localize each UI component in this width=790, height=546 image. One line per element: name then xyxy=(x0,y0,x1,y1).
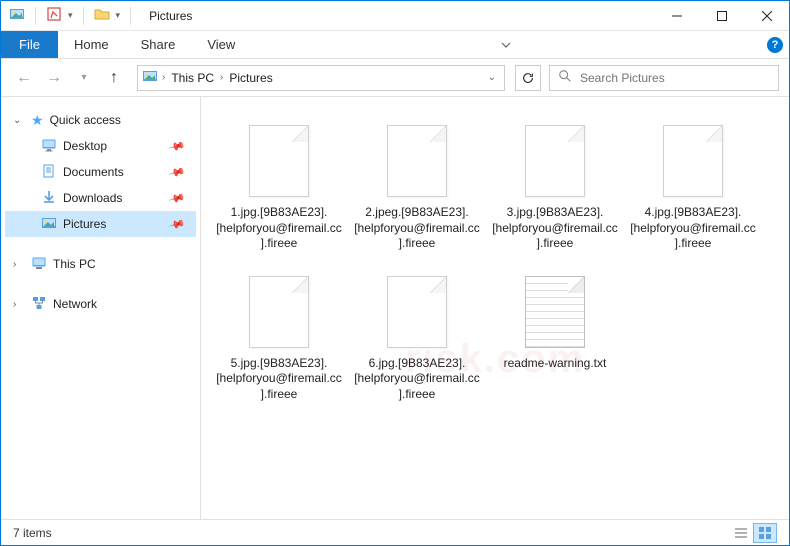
qat-separator xyxy=(35,7,36,25)
chevron-right-icon[interactable]: › xyxy=(220,72,223,83)
help-button[interactable]: ? xyxy=(761,31,789,58)
sidebar-item-label: This PC xyxy=(53,257,96,271)
sidebar-item-documents[interactable]: Documents 📌 xyxy=(5,159,196,185)
search-input[interactable] xyxy=(580,71,770,85)
qat-dropdown-icon[interactable]: ▾ xyxy=(116,10,121,21)
blank-file-icon xyxy=(519,121,591,201)
blank-file-icon xyxy=(381,272,453,352)
ribbon-tab-view[interactable]: View xyxy=(191,31,251,58)
file-list: pcrisk.com 1.jpg.[9B83AE23].[helpforyou@… xyxy=(201,97,789,519)
network-icon xyxy=(31,295,47,314)
file-item[interactable]: 4.jpg.[9B83AE23].[helpforyou@firemail.cc… xyxy=(625,111,761,256)
pin-icon: 📌 xyxy=(168,137,186,155)
address-bar[interactable]: › This PC › Pictures ⌄ xyxy=(137,65,505,91)
sidebar-network[interactable]: › Network xyxy=(5,291,196,317)
sidebar-item-desktop[interactable]: Desktop 📌 xyxy=(5,133,196,159)
file-item[interactable]: 3.jpg.[9B83AE23].[helpforyou@firemail.cc… xyxy=(487,111,623,256)
star-icon: ★ xyxy=(31,112,44,129)
ribbon-tab-home[interactable]: Home xyxy=(58,31,125,58)
breadcrumb-item[interactable]: Pictures xyxy=(227,71,274,85)
file-name: 6.jpg.[9B83AE23].[helpforyou@firemail.cc… xyxy=(353,356,481,403)
sidebar-item-pictures[interactable]: Pictures 📌 xyxy=(5,211,196,237)
blank-file-icon xyxy=(243,121,315,201)
pin-icon: 📌 xyxy=(168,189,186,207)
expand-ribbon-button[interactable] xyxy=(494,31,518,58)
file-item[interactable]: 2.jpeg.[9B83AE23].[helpforyou@firemail.c… xyxy=(349,111,485,256)
pin-icon: 📌 xyxy=(168,163,186,181)
maximize-button[interactable] xyxy=(699,1,744,31)
chevron-right-icon[interactable]: › xyxy=(13,259,25,270)
pin-icon: 📌 xyxy=(168,215,186,233)
search-box[interactable] xyxy=(549,65,779,91)
qat-separator xyxy=(130,7,131,25)
status-bar: 7 items xyxy=(1,519,789,545)
sidebar-item-label: Documents xyxy=(63,165,124,179)
qat-properties-icon[interactable] xyxy=(46,6,62,25)
file-item[interactable]: readme-warning.txt xyxy=(487,262,623,407)
file-name: 4.jpg.[9B83AE23].[helpforyou@firemail.cc… xyxy=(629,205,757,252)
sidebar-quick-access[interactable]: ⌄ ★ Quick access xyxy=(5,107,196,133)
blank-file-icon xyxy=(657,121,729,201)
file-name: 3.jpg.[9B83AE23].[helpforyou@firemail.cc… xyxy=(491,205,619,252)
item-count: 7 items xyxy=(13,526,52,540)
sidebar-item-label: Desktop xyxy=(63,139,107,153)
sidebar-item-label: Network xyxy=(53,297,97,311)
sidebar-item-label: Pictures xyxy=(63,217,106,231)
address-dropdown-button[interactable]: ⌄ xyxy=(484,72,500,83)
sidebar-item-downloads[interactable]: Downloads 📌 xyxy=(5,185,196,211)
search-icon xyxy=(558,69,572,86)
pictures-icon xyxy=(41,215,57,234)
this-pc-icon xyxy=(31,255,47,274)
minimize-button[interactable] xyxy=(654,1,699,31)
sidebar-item-label: Downloads xyxy=(63,191,122,205)
chevron-down-icon[interactable]: ⌄ xyxy=(13,115,25,126)
chevron-right-icon[interactable]: › xyxy=(162,72,165,83)
close-button[interactable] xyxy=(744,1,789,31)
sidebar-item-label: Quick access xyxy=(50,113,121,127)
location-icon xyxy=(142,68,158,87)
file-name: 2.jpeg.[9B83AE23].[helpforyou@firemail.c… xyxy=(353,205,481,252)
desktop-icon xyxy=(41,137,57,156)
breadcrumb-item[interactable]: This PC xyxy=(169,71,216,85)
refresh-button[interactable] xyxy=(515,65,541,91)
blank-file-icon xyxy=(243,272,315,352)
ribbon: File Home Share View ? xyxy=(1,31,789,59)
navigation-pane: ⌄ ★ Quick access Desktop 📌 Documents 📌 xyxy=(1,97,201,519)
file-name: readme-warning.txt xyxy=(504,356,607,372)
forward-button[interactable]: → xyxy=(41,65,67,91)
downloads-icon xyxy=(41,189,57,208)
chevron-right-icon[interactable]: › xyxy=(13,299,25,310)
file-item[interactable]: 1.jpg.[9B83AE23].[helpforyou@firemail.cc… xyxy=(211,111,347,256)
file-name: 1.jpg.[9B83AE23].[helpforyou@firemail.cc… xyxy=(215,205,343,252)
navbar: ← → ▾ ↑ › This PC › Pictures ⌄ xyxy=(1,59,789,97)
sidebar-this-pc[interactable]: › This PC xyxy=(5,251,196,277)
qat-separator xyxy=(83,7,84,25)
qat-dropdown-icon[interactable]: ▾ xyxy=(68,10,73,21)
file-name: 5.jpg.[9B83AE23].[helpforyou@firemail.cc… xyxy=(215,356,343,403)
documents-icon xyxy=(41,163,57,182)
details-view-button[interactable] xyxy=(729,523,753,543)
file-tab[interactable]: File xyxy=(1,31,58,58)
file-item[interactable]: 5.jpg.[9B83AE23].[helpforyou@firemail.cc… xyxy=(211,262,347,407)
thumbnails-view-button[interactable] xyxy=(753,523,777,543)
up-button[interactable]: ↑ xyxy=(101,65,127,91)
titlebar: ▾ ▾ Pictures xyxy=(1,1,789,31)
text-file-icon xyxy=(519,272,591,352)
blank-file-icon xyxy=(381,121,453,201)
file-item[interactable]: 6.jpg.[9B83AE23].[helpforyou@firemail.cc… xyxy=(349,262,485,407)
recent-locations-button[interactable]: ▾ xyxy=(71,65,97,91)
qat-newfolder-icon[interactable] xyxy=(94,6,110,25)
ribbon-tab-share[interactable]: Share xyxy=(125,31,192,58)
window-title: Pictures xyxy=(149,9,192,23)
app-icon xyxy=(9,6,25,25)
explorer-window: ▾ ▾ Pictures File Home Share View xyxy=(0,0,790,546)
back-button[interactable]: ← xyxy=(11,65,37,91)
